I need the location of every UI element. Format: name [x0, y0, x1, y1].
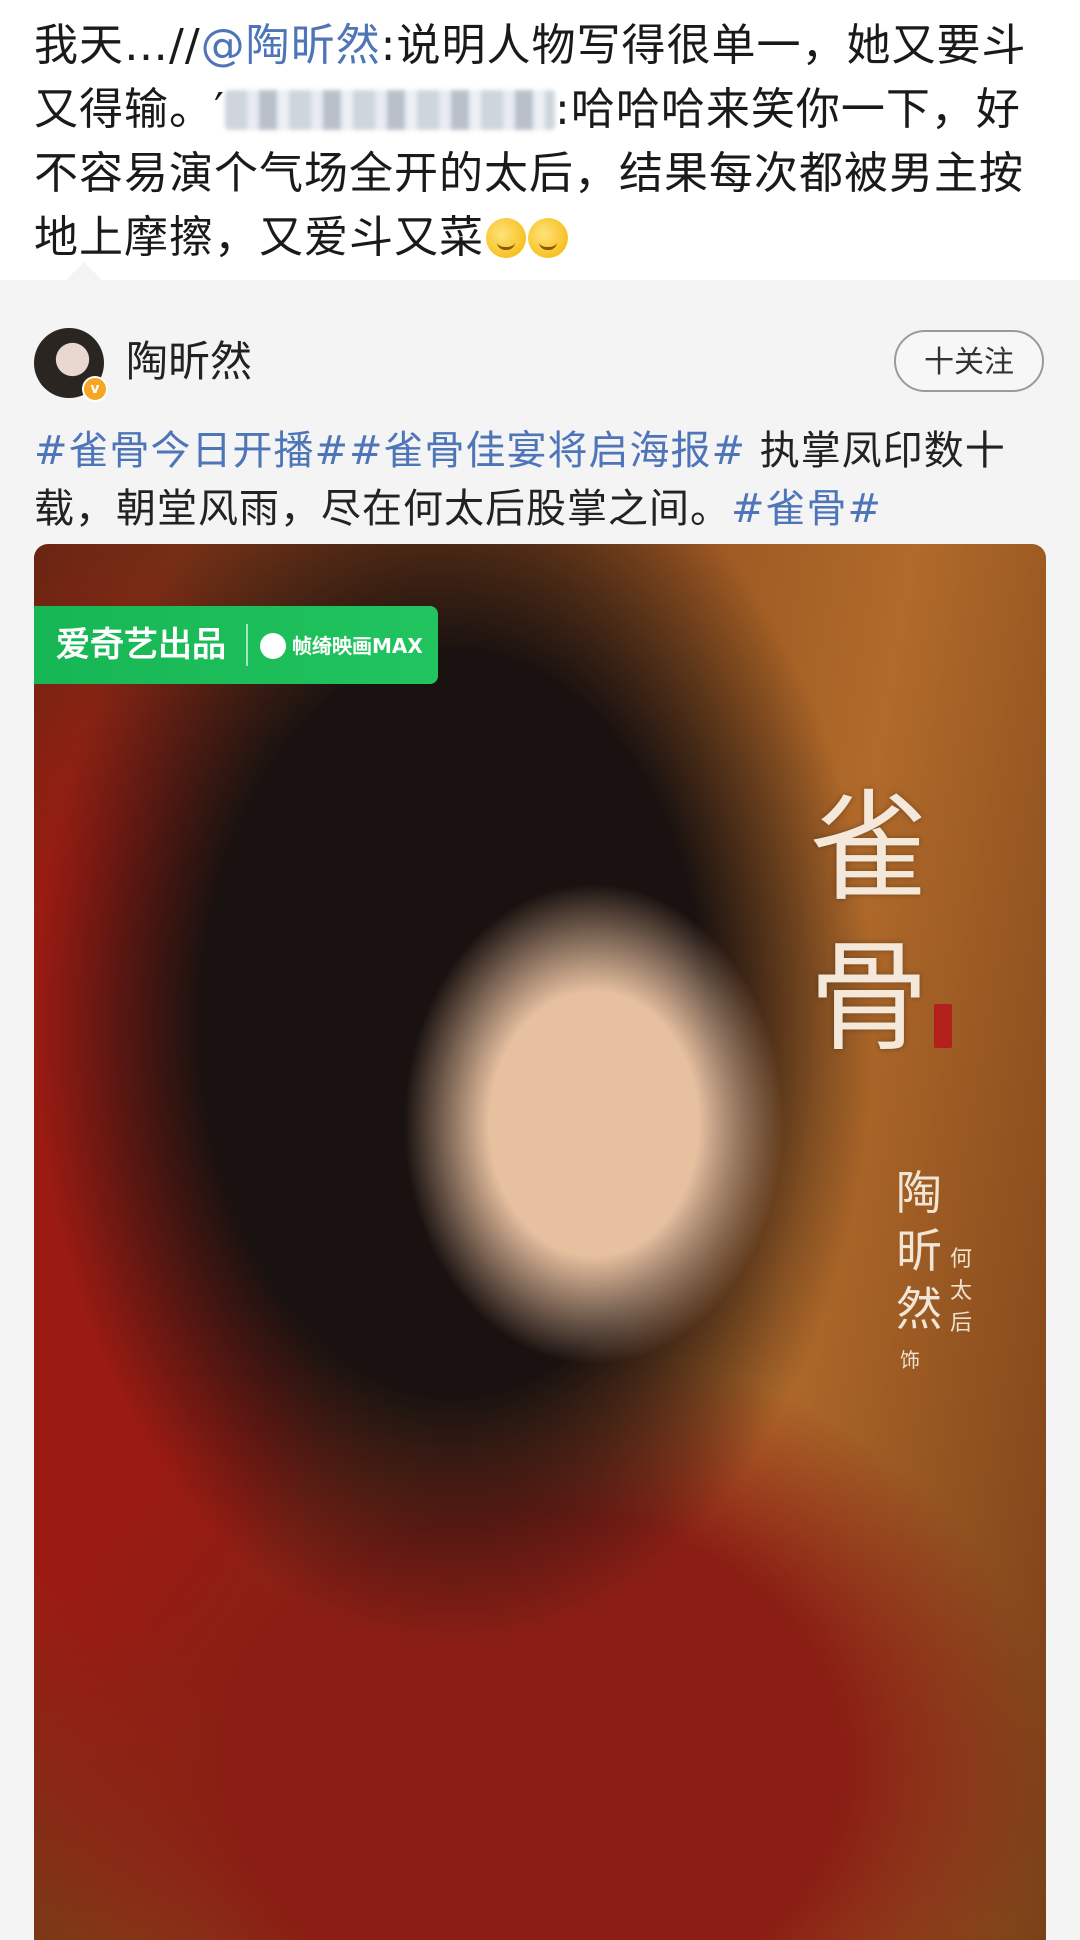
repost-prefix: 我天…//: [34, 20, 201, 71]
laugh-emoji-icon: [528, 218, 568, 258]
repost-text: 我天…//@陶昕然:说明人物写得很单一，她又要斗又得输。′:哈哈哈来笑你一下，好…: [34, 14, 1054, 270]
blurred-username: [225, 90, 555, 130]
poster-image[interactable]: 爱奇艺出品 帧绮映画MAX 雀骨 陶昕然 饰 何太后: [34, 544, 1046, 1940]
original-post-card[interactable]: v 陶昕然 十关注 #雀骨今日开播##雀骨佳宴将启海报# 执掌凤印数十载，朝堂风…: [0, 280, 1080, 1940]
role-name: 何太后: [949, 1247, 972, 1336]
hashtag-link[interactable]: #雀骨今日开播#: [34, 428, 349, 474]
post-body: #雀骨今日开播##雀骨佳宴将启海报# 执掌凤印数十载，朝堂风雨，尽在何太后股掌之…: [34, 422, 1054, 538]
verified-badge-icon: v: [82, 376, 108, 402]
hashtag-link[interactable]: #雀骨佳宴将启海报#: [349, 428, 746, 474]
quote-caret: [64, 262, 104, 282]
follow-button[interactable]: 十关注: [894, 330, 1044, 392]
laugh-emoji-icon: [486, 218, 526, 258]
brand-divider: [246, 624, 248, 666]
mention-link[interactable]: @陶昕然: [201, 20, 381, 71]
title-char: 雀: [809, 779, 929, 918]
hashtag-link[interactable]: #雀骨#: [731, 486, 882, 532]
role-prefix: 饰: [900, 1348, 920, 1372]
actor-name: 陶昕然: [896, 1166, 942, 1336]
partner-logo-icon: [260, 633, 286, 659]
repost-comment: 我天…//@陶昕然:说明人物写得很单一，她又要斗又得输。′:哈哈哈来笑你一下，好…: [0, 0, 1080, 282]
avatar[interactable]: v: [34, 328, 108, 402]
red-seal: [934, 1004, 952, 1048]
brand-logo-text: 爱奇艺出品: [56, 625, 226, 665]
post-username[interactable]: 陶昕然: [126, 332, 252, 392]
drama-title: 雀骨: [804, 774, 934, 1074]
brand-partner: 帧绮映画MAX: [260, 630, 423, 662]
title-char: 骨: [809, 929, 929, 1068]
brand-bar: 爱奇艺出品 帧绮映画MAX: [34, 606, 438, 684]
partner-name: 帧绮映画MAX: [292, 634, 423, 658]
